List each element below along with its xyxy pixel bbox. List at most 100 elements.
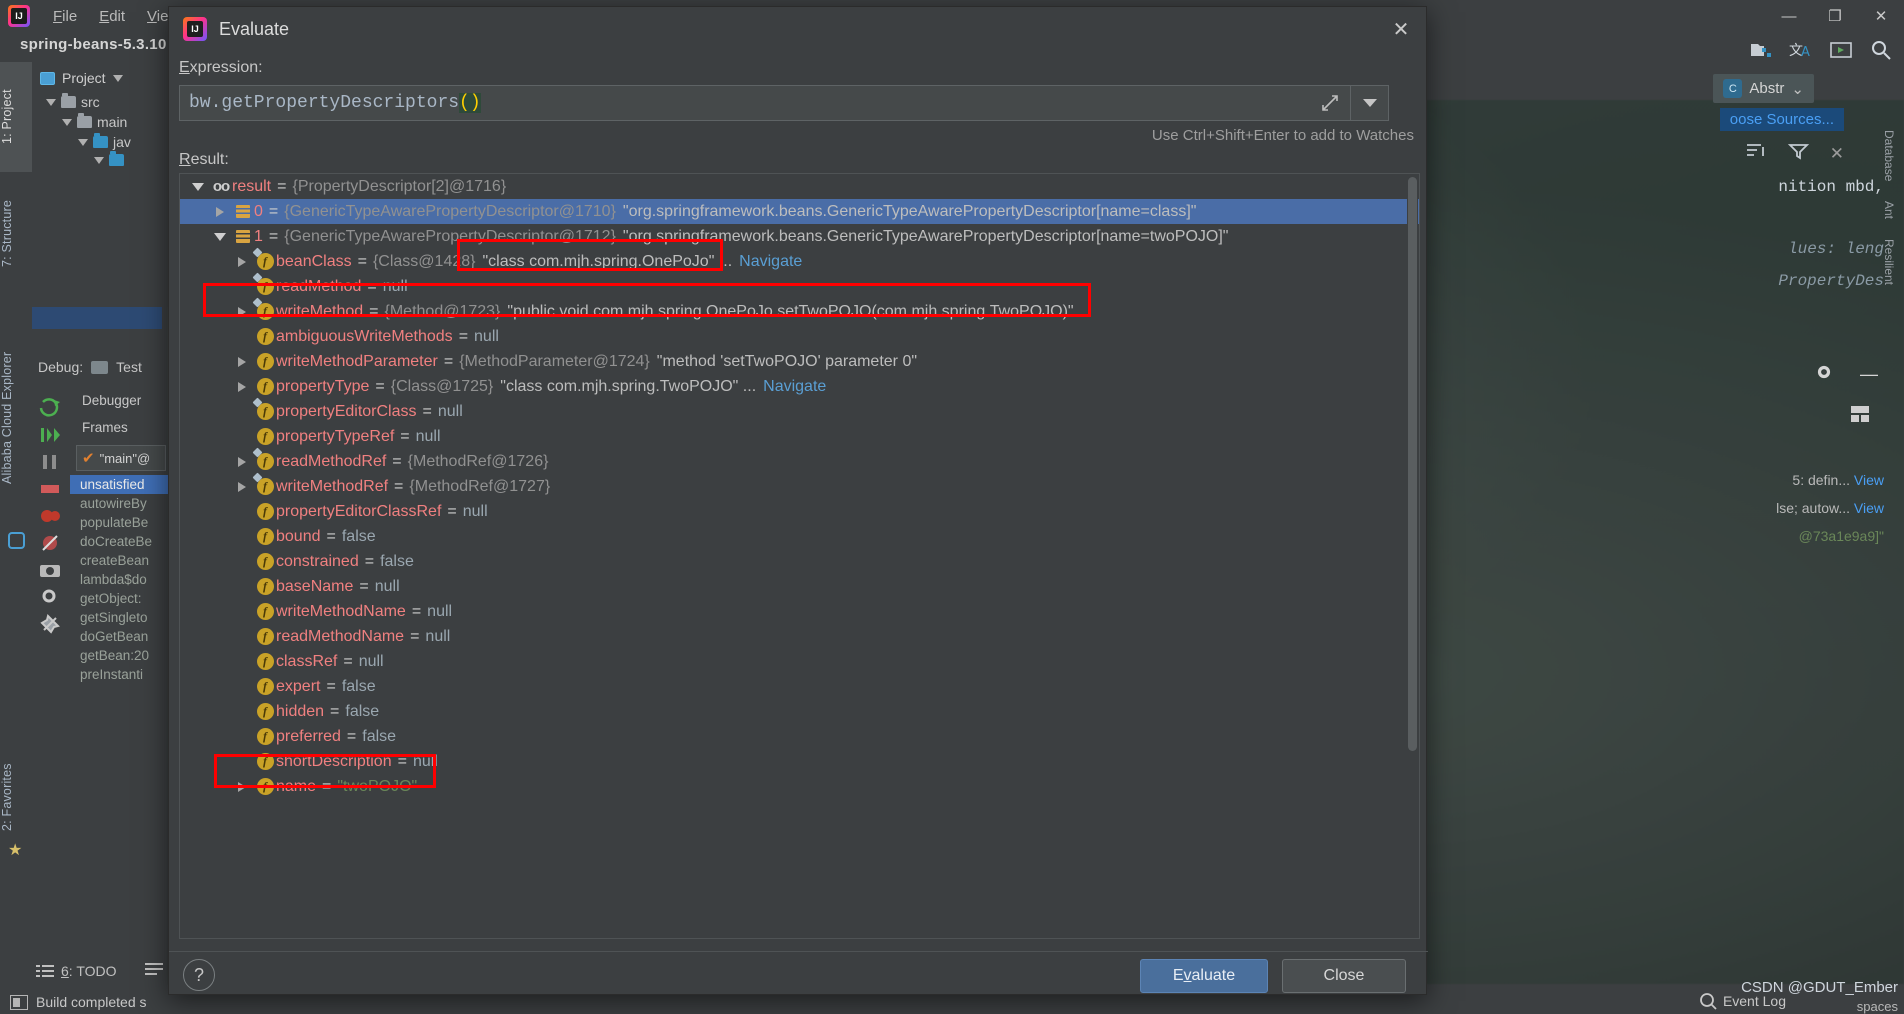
tree-row[interactable]: f readMethod = null <box>180 274 1419 299</box>
gear-icon[interactable] <box>1814 362 1834 387</box>
tree-row[interactable]: f propertyEditorClassRef = null <box>180 499 1419 524</box>
tree-row[interactable]: f hidden = false <box>180 699 1419 724</box>
run-icon[interactable] <box>1828 38 1854 62</box>
tree-row[interactable]: f baseName = null <box>180 574 1419 599</box>
chevron-down-icon[interactable] <box>208 232 232 241</box>
editor-tab-abstract[interactable]: C Abstr ⌄ <box>1713 74 1814 103</box>
search-icon[interactable] <box>1868 38 1894 62</box>
chevron-down-icon[interactable] <box>46 98 56 106</box>
chevron-down-icon[interactable] <box>112 74 123 82</box>
tree-row[interactable]: f classRef = null <box>180 649 1419 674</box>
scrollbar-thumb[interactable] <box>1408 177 1417 751</box>
minimize-panel-icon[interactable]: — <box>1860 364 1878 385</box>
tree-row[interactable]: f ambiguousWriteMethods = null <box>180 324 1419 349</box>
sidebar-item-ant[interactable]: Ant <box>1882 191 1896 229</box>
window-close-icon[interactable]: ✕ <box>1858 0 1904 32</box>
project-selected-row[interactable] <box>32 307 162 329</box>
thread-selector[interactable]: ✔ "main"@ <box>76 445 166 471</box>
project-node-src[interactable]: src <box>32 92 168 112</box>
frame-item[interactable]: createBean <box>70 551 170 570</box>
chevron-right-icon[interactable] <box>230 481 254 492</box>
frame-item[interactable]: lambda$do <box>70 570 170 589</box>
minimize-icon[interactable]: — <box>1766 0 1812 32</box>
close-icon[interactable]: ✕ <box>1830 144 1844 164</box>
project-panel-header[interactable]: Project <box>32 62 168 92</box>
navigate-link[interactable]: Navigate <box>756 378 826 396</box>
view-link[interactable]: View <box>1854 472 1884 488</box>
chevron-right-icon[interactable] <box>230 356 254 367</box>
chevron-right-icon[interactable] <box>230 306 254 317</box>
frame-item[interactable]: unsatisfied <box>70 475 170 494</box>
pin-icon[interactable] <box>38 612 62 636</box>
frame-item[interactable]: doGetBean <box>70 627 170 646</box>
frame-item[interactable]: autowireBy <box>70 494 170 513</box>
pause-icon[interactable] <box>38 450 62 474</box>
navigate-link[interactable]: Navigate <box>732 253 802 271</box>
camera-icon[interactable] <box>38 558 62 582</box>
tree-row[interactable]: f shortDescription = null <box>180 749 1419 774</box>
tab-debugger[interactable]: Debugger <box>70 387 170 414</box>
sort-icon[interactable] <box>1746 142 1768 165</box>
settings-gear-icon[interactable] <box>38 585 62 609</box>
translate-icon[interactable]: 文A <box>1788 38 1814 62</box>
sidebar-item-alibaba-cloud-explorer[interactable]: Alibaba Cloud Explorer <box>0 298 32 538</box>
chevron-right-icon[interactable] <box>230 456 254 467</box>
tree-row[interactable]: f expert = false <box>180 674 1419 699</box>
frame-item[interactable]: preInstanti <box>70 665 170 684</box>
frame-item[interactable]: getBean:20 <box>70 646 170 665</box>
tree-row[interactable]: f constrained = false <box>180 549 1419 574</box>
expression-history-dropdown[interactable] <box>1350 86 1388 120</box>
sidebar-item-resilient[interactable]: Resilient <box>1882 229 1896 295</box>
chevron-down-icon[interactable] <box>186 182 210 191</box>
tree-row[interactable]: 0 = {GenericTypeAwarePropertyDescriptor@17… <box>180 199 1419 224</box>
frame-item[interactable]: getSingleto <box>70 608 170 627</box>
chevron-down-icon[interactable] <box>62 118 72 126</box>
frame-item[interactable]: getObject: <box>70 589 170 608</box>
folder-compare-icon[interactable] <box>1748 38 1774 62</box>
todo-tool-button[interactable]: 6: TODO <box>36 958 117 984</box>
chevron-right-icon[interactable] <box>230 256 254 267</box>
sidebar-item-database[interactable]: Database <box>1882 120 1896 191</box>
project-node-java[interactable]: jav <box>32 132 168 152</box>
tab-frames[interactable]: Frames <box>70 414 170 441</box>
choose-sources-link[interactable]: oose Sources... <box>1719 108 1844 131</box>
tree-row[interactable]: f writeMethodParameter = {MethodParameter@1… <box>180 349 1419 374</box>
layout-icon[interactable] <box>1850 405 1872 430</box>
sidebar-item-project[interactable]: 1: Project <box>0 62 32 172</box>
chevron-down-icon[interactable]: ⌄ <box>1791 80 1804 98</box>
chevron-right-icon[interactable] <box>230 781 254 792</box>
stop-icon[interactable] <box>38 477 62 501</box>
view-breakpoints-icon[interactable] <box>38 504 62 528</box>
evaluate-button[interactable]: Evaluate <box>1140 959 1268 993</box>
expand-editor-icon[interactable] <box>1310 86 1350 120</box>
help-button[interactable]: ? <box>183 959 215 991</box>
tree-row[interactable]: f propertyTypeRef = null <box>180 424 1419 449</box>
tree-row[interactable]: f bound = false <box>180 524 1419 549</box>
chevron-right-icon[interactable] <box>230 381 254 392</box>
result-tree-scrollbar[interactable] <box>1407 175 1418 938</box>
tree-row[interactable]: f writeMethodName = null <box>180 599 1419 624</box>
view-link[interactable]: View <box>1854 500 1884 516</box>
chevron-down-icon[interactable] <box>78 138 88 146</box>
tree-row[interactable]: f propertyEditorClass = null <box>180 399 1419 424</box>
dialog-close-icon[interactable]: ✕ <box>1384 13 1418 45</box>
tree-row[interactable]: 1 = {GenericTypeAwarePropertyDescriptor@17… <box>180 224 1419 249</box>
maximize-icon[interactable]: ❐ <box>1812 0 1858 32</box>
resume-program-icon[interactable] <box>38 396 62 420</box>
project-node-main[interactable]: main <box>32 112 168 132</box>
tree-row[interactable]: f writeMethodRef = {MethodRef@1727} <box>180 474 1419 499</box>
tree-row[interactable]: f name = "twoPOJO" <box>180 774 1419 799</box>
frame-item[interactable]: populateBe <box>70 513 170 532</box>
tree-row[interactable]: f propertyType = {Class@1725} "class com.mjh… <box>180 374 1419 399</box>
project-node-package[interactable] <box>32 151 168 168</box>
tree-row[interactable]: f readMethodName = null <box>180 624 1419 649</box>
tree-row[interactable]: f writeMethod = {Method@1723} "public void c… <box>180 299 1419 324</box>
frame-item[interactable]: doCreateBe <box>70 532 170 551</box>
chevron-right-icon[interactable] <box>208 206 232 217</box>
sidebar-item-favorites[interactable]: 2: Favorites <box>0 742 32 852</box>
sidebar-item-structure[interactable]: 7: Structure <box>0 178 32 288</box>
step-over-icon[interactable] <box>38 423 62 447</box>
expression-input[interactable]: bw.getPropertyDescriptors() <box>179 85 1389 121</box>
result-tree[interactable]: oo result = {PropertyDescriptor[2]@1716} 0 ={… <box>179 173 1420 939</box>
mute-breakpoints-icon[interactable] <box>38 531 62 555</box>
